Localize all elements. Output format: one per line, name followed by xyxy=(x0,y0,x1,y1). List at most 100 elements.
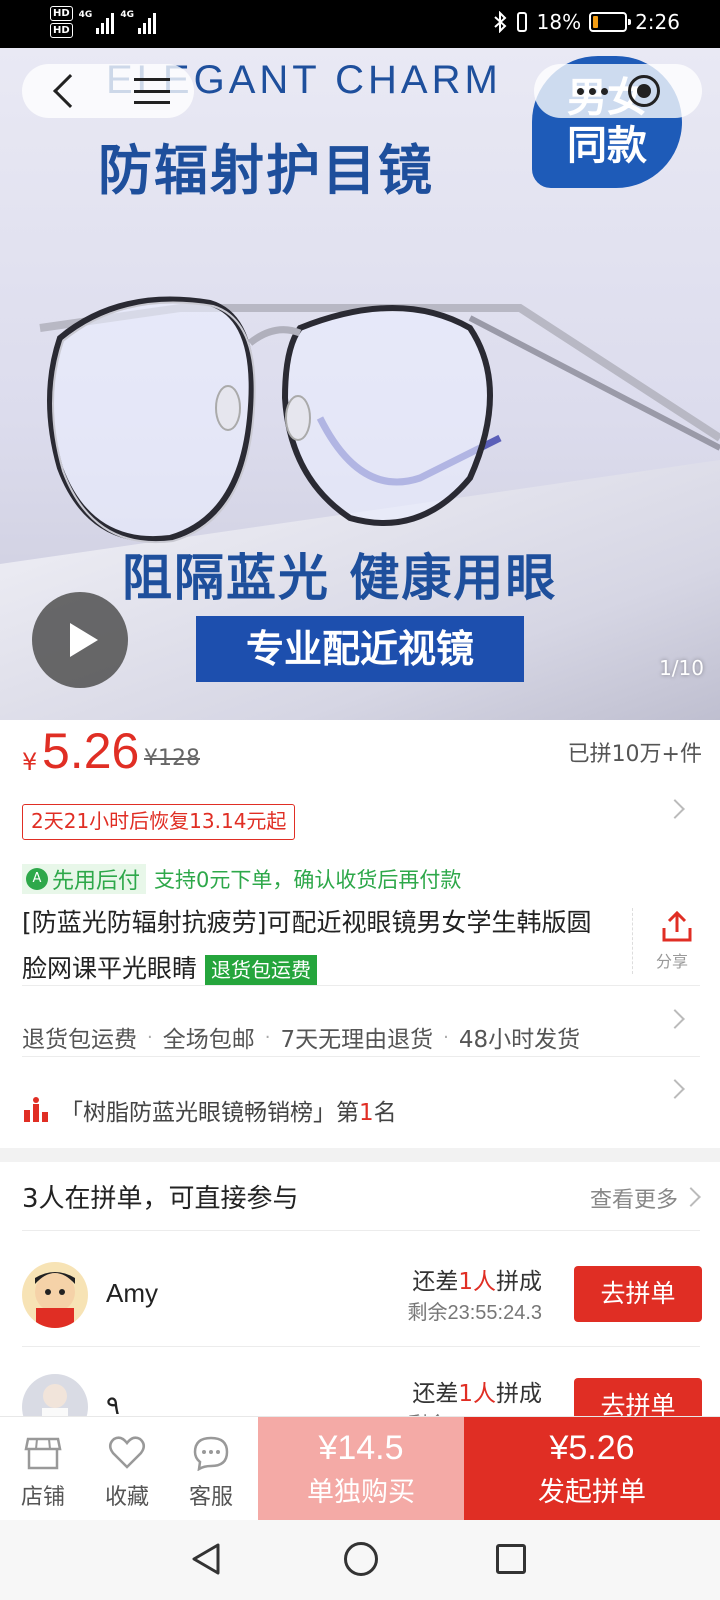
chat-icon xyxy=(193,1436,229,1471)
divider xyxy=(22,985,700,986)
status-right: 18% 2:26 xyxy=(493,10,680,34)
divider xyxy=(22,1230,700,1231)
network-label-2: 4G xyxy=(120,10,134,20)
chevron-right-icon[interactable] xyxy=(681,1187,701,1207)
see-more-link[interactable]: 查看更多 xyxy=(590,1182,678,1214)
heart-icon xyxy=(109,1436,145,1469)
need-prefix: 还差 xyxy=(412,1381,459,1407)
service-guarantees[interactable]: 退货包运费 · 全场包邮 · 7天无理由退货 · 48小时发货 xyxy=(22,1020,580,1054)
product-image-carousel[interactable]: ELEGANT CHARM 防辐射护目镜 男女 同款 阻隔蓝光 健康用眼 专业配… xyxy=(0,48,720,720)
currency-symbol: ¥ xyxy=(22,748,38,776)
nav-back-icon[interactable] xyxy=(190,1542,222,1576)
price-recover-tag: 2天21小时后恢复13.14元起 xyxy=(22,804,296,840)
pay-later-description: 支持0元下单，确认收货后再付款 xyxy=(154,868,462,892)
group-need-text: 还差1人拼成 xyxy=(412,1262,542,1296)
need-suffix: 拼成 xyxy=(496,1381,542,1407)
favorite-label: 收藏 xyxy=(104,1485,149,1510)
join-group-button[interactable]: 去拼单 xyxy=(574,1266,702,1322)
hero-slogan: 阻隔蓝光 健康用眼 xyxy=(122,549,558,607)
back-icon[interactable] xyxy=(53,74,87,108)
menu-icon[interactable] xyxy=(134,78,170,104)
group-label: 发起拼单 xyxy=(538,1477,646,1508)
pay-later-badge: A 先用后付 xyxy=(22,864,147,894)
time-remaining: 剩余23:55:24.3 xyxy=(407,1302,542,1324)
divider xyxy=(22,1346,700,1347)
ranking-prefix: 「树脂防蓝光眼镜畅销榜」第 xyxy=(60,1100,359,1126)
ranking-text: 「树脂防蓝光眼镜畅销榜」第1名 xyxy=(60,1093,397,1127)
clock: 2:26 xyxy=(635,10,680,34)
share-icon[interactable] xyxy=(660,910,694,944)
nav-recent-icon[interactable] xyxy=(496,1544,526,1574)
hero-badge-line2: 同款 xyxy=(567,123,647,169)
service-item: 48小时发货 xyxy=(458,1027,581,1053)
customer-service-label: 客服 xyxy=(188,1485,233,1510)
product-title: [防蓝光防辐射抗疲劳]可配近视眼镜男女学生韩版圆脸网课平光眼睛 退货包运费 xyxy=(22,900,602,992)
group-need-text: 还差1人拼成 xyxy=(412,1374,542,1408)
system-navigation-bar xyxy=(0,1520,720,1600)
customer-service-tab[interactable]: 客服 xyxy=(168,1417,254,1521)
section-separator xyxy=(0,1148,720,1162)
original-price: ¥128 xyxy=(144,746,200,771)
avatar xyxy=(22,1262,88,1328)
service-item: 退货包运费 xyxy=(22,1027,137,1053)
group-member-name: Amy xyxy=(106,1278,158,1308)
pay-later-row[interactable]: A 先用后付 支持0元下单，确认收货后再付款 xyxy=(22,864,461,894)
hd-badges: HD HD xyxy=(50,6,73,38)
pay-later-icon: A xyxy=(26,868,48,890)
group-price: ¥5.26 xyxy=(549,1429,635,1467)
group-buy-header: 3人在拼单，可直接参与 查看更多 xyxy=(22,1178,702,1218)
bluetooth-icon xyxy=(493,11,507,33)
share-divider xyxy=(632,908,633,974)
ranking-number: 1 xyxy=(359,1100,374,1126)
status-bar: HD HD 4G 4G 18% 2:26 xyxy=(0,0,720,48)
more-dots-icon[interactable] xyxy=(576,87,608,95)
current-price: 5.26 xyxy=(42,723,140,779)
network-label-1: 4G xyxy=(78,10,93,20)
hero-banner: 专业配近视镜 xyxy=(196,616,524,682)
return-shipping-tag: 退货包运费 xyxy=(204,955,317,985)
chevron-right-icon[interactable] xyxy=(665,1009,685,1029)
start-group-buy-button[interactable]: ¥5.26 发起拼单 xyxy=(464,1417,720,1521)
service-item: 7天无理由退货 xyxy=(280,1027,434,1053)
hd-badge-1: HD xyxy=(50,6,73,21)
separator-dot: · xyxy=(264,1026,271,1048)
separator-dot: · xyxy=(443,1026,449,1048)
store-icon xyxy=(24,1437,62,1470)
hd-badge-2: HD xyxy=(50,23,73,38)
group-buy-item: Amy 还差1人拼成 剩余23:55:24.3 去拼单 xyxy=(22,1262,702,1374)
bottom-action-bar: 店铺 收藏 客服 ¥14.5 单独购买 ¥5.26 发起拼单 xyxy=(0,1416,720,1521)
need-suffix: 拼成 xyxy=(496,1269,542,1295)
target-icon[interactable] xyxy=(627,75,660,107)
need-count: 1人 xyxy=(458,1381,496,1407)
play-video-button[interactable] xyxy=(32,592,128,688)
signal-indicators: HD HD 4G 4G xyxy=(50,6,156,38)
vibrate-icon xyxy=(516,12,527,32)
hero-title: 防辐射护目镜 xyxy=(98,139,434,202)
chevron-right-icon[interactable] xyxy=(665,1079,685,1099)
nav-home-icon[interactable] xyxy=(344,1542,378,1576)
battery-icon xyxy=(589,12,632,32)
solo-label: 单独购买 xyxy=(307,1477,415,1508)
store-tab[interactable]: 店铺 xyxy=(0,1417,86,1521)
ranking-suffix: 名 xyxy=(373,1100,397,1126)
need-count: 1人 xyxy=(458,1269,496,1295)
battery-percent: 18% xyxy=(536,10,582,34)
store-label: 店铺 xyxy=(20,1485,65,1510)
separator-dot: · xyxy=(147,1026,153,1048)
sold-count: 已拼10万+件 xyxy=(567,742,702,767)
nav-right-pill xyxy=(534,64,702,118)
glasses-illustration xyxy=(39,296,720,544)
signal-icon-1: 4G xyxy=(79,10,115,34)
nav-left-pill xyxy=(22,64,194,118)
buy-alone-button[interactable]: ¥14.5 单独购买 xyxy=(258,1417,464,1521)
solo-price: ¥14.5 xyxy=(318,1429,404,1467)
ranking-row[interactable]: 「树脂防蓝光眼镜畅销榜」第1名 xyxy=(22,1092,397,1128)
favorite-tab[interactable]: 收藏 xyxy=(84,1417,170,1521)
divider xyxy=(22,1056,700,1057)
share-label[interactable]: 分享 xyxy=(656,948,688,972)
rank-icon xyxy=(24,1097,48,1122)
pay-later-label: 先用后付 xyxy=(52,869,141,894)
chevron-right-icon[interactable] xyxy=(665,799,685,819)
service-item: 全场包邮 xyxy=(162,1027,255,1053)
group-buy-title: 3人在拼单，可直接参与 xyxy=(22,1184,299,1214)
